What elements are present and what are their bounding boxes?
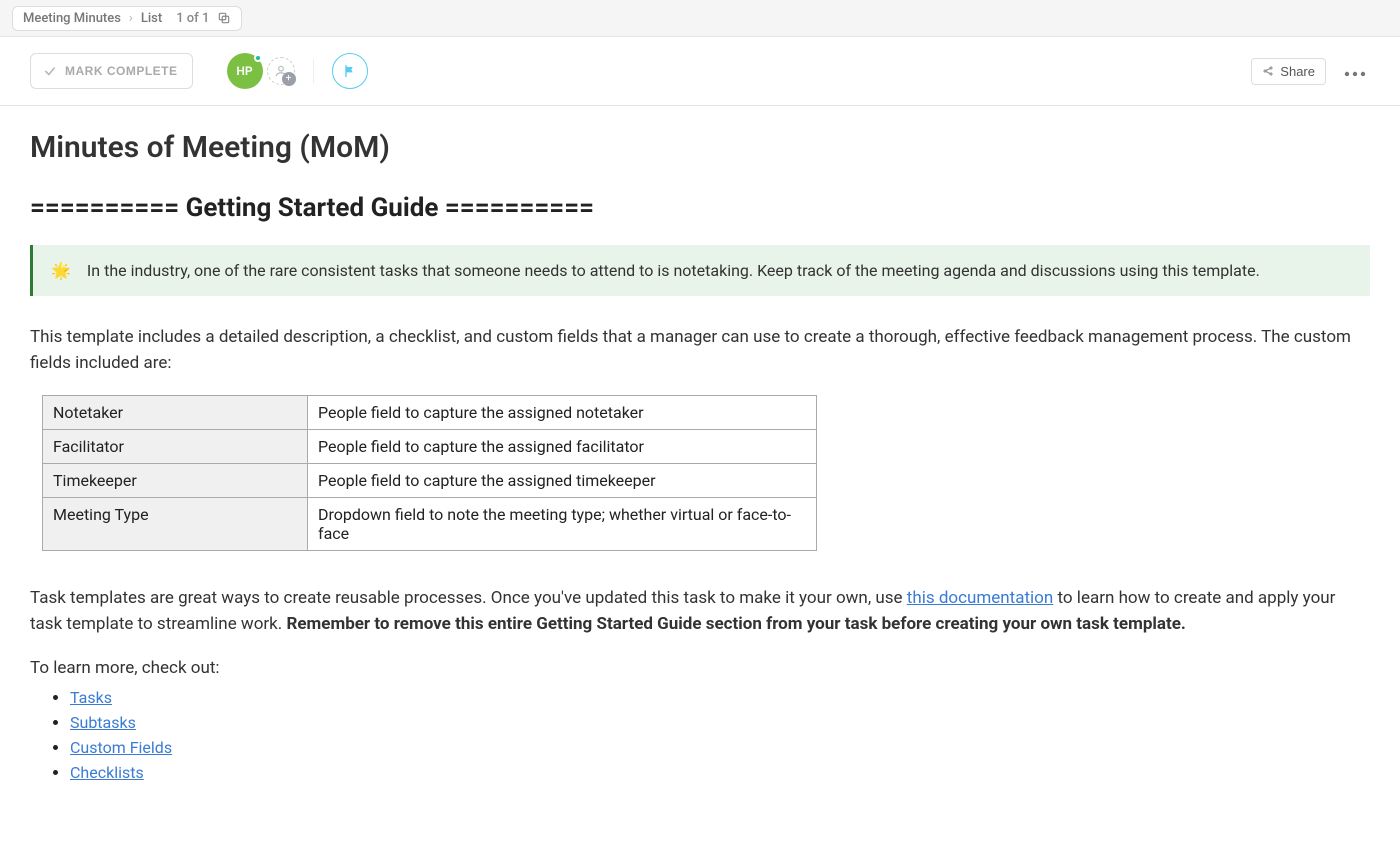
learn-more-list: Tasks Subtasks Custom Fields Checklists (30, 688, 1370, 782)
field-desc: Dropdown field to note the meeting type;… (308, 497, 817, 550)
callout-box: 🌟 In the industry, one of the rare consi… (30, 245, 1370, 296)
document-body: Minutes of Meeting (MoM) ========== Gett… (0, 106, 1400, 848)
presence-dot (254, 54, 262, 62)
custom-fields-table: Notetaker People field to capture the as… (42, 395, 817, 551)
field-name: Notetaker (43, 395, 308, 429)
list-item: Subtasks (70, 713, 1370, 732)
breadcrumb-view[interactable]: List (141, 11, 162, 26)
divider (313, 59, 314, 83)
field-desc: People field to capture the assigned tim… (308, 463, 817, 497)
copy-icon[interactable] (217, 11, 231, 25)
page-title: Minutes of Meeting (MoM) (30, 130, 1370, 165)
list-item: Tasks (70, 688, 1370, 707)
breadcrumb-count: 1 of 1 (176, 11, 209, 26)
add-assignee-button[interactable]: + (267, 57, 295, 85)
table-row: Timekeeper People field to capture the a… (43, 463, 817, 497)
templates-pre: Task templates are great ways to create … (30, 588, 907, 608)
learn-link-tasks[interactable]: Tasks (70, 688, 112, 707)
share-label: Share (1280, 64, 1315, 79)
plus-icon: + (282, 72, 296, 86)
learn-link-checklists[interactable]: Checklists (70, 763, 144, 782)
share-button[interactable]: Share (1251, 58, 1326, 85)
topbar: Meeting Minutes › List 1 of 1 (0, 0, 1400, 36)
callout-text: In the industry, one of the rare consist… (87, 261, 1260, 280)
learn-link-custom-fields[interactable]: Custom Fields (70, 738, 172, 757)
priority-flag-button[interactable] (332, 53, 368, 89)
avatar-initials: HP (236, 64, 252, 78)
guide-header: ========== Getting Started Guide =======… (30, 193, 1370, 223)
table-row: Notetaker People field to capture the as… (43, 395, 817, 429)
learn-more-label: To learn more, check out: (30, 655, 1370, 681)
intro-paragraph: This template includes a detailed descri… (30, 324, 1370, 377)
field-desc: People field to capture the assigned not… (308, 395, 817, 429)
field-name: Facilitator (43, 429, 308, 463)
list-item: Checklists (70, 763, 1370, 782)
more-menu-button[interactable] (1340, 58, 1370, 85)
table-row: Facilitator People field to capture the … (43, 429, 817, 463)
templates-bold: Remember to remove this entire Getting S… (286, 614, 1185, 634)
field-name: Meeting Type (43, 497, 308, 550)
breadcrumb[interactable]: Meeting Minutes › List 1 of 1 (12, 6, 242, 31)
star-icon: 🌟 (51, 261, 71, 280)
documentation-link[interactable]: this documentation (907, 588, 1054, 608)
learn-link-subtasks[interactable]: Subtasks (70, 713, 136, 732)
assignees: HP + (227, 53, 295, 89)
breadcrumb-root[interactable]: Meeting Minutes (23, 11, 121, 26)
field-desc: People field to capture the assigned fac… (308, 429, 817, 463)
mark-complete-button[interactable]: MARK COMPLETE (30, 53, 193, 89)
list-item: Custom Fields (70, 738, 1370, 757)
task-toolbar: MARK COMPLETE HP + Share (0, 36, 1400, 106)
chevron-right-icon: › (129, 11, 133, 26)
avatar[interactable]: HP (227, 53, 263, 89)
field-name: Timekeeper (43, 463, 308, 497)
templates-paragraph: Task templates are great ways to create … (30, 585, 1370, 638)
mark-complete-label: MARK COMPLETE (65, 64, 178, 78)
table-row: Meeting Type Dropdown field to note the … (43, 497, 817, 550)
